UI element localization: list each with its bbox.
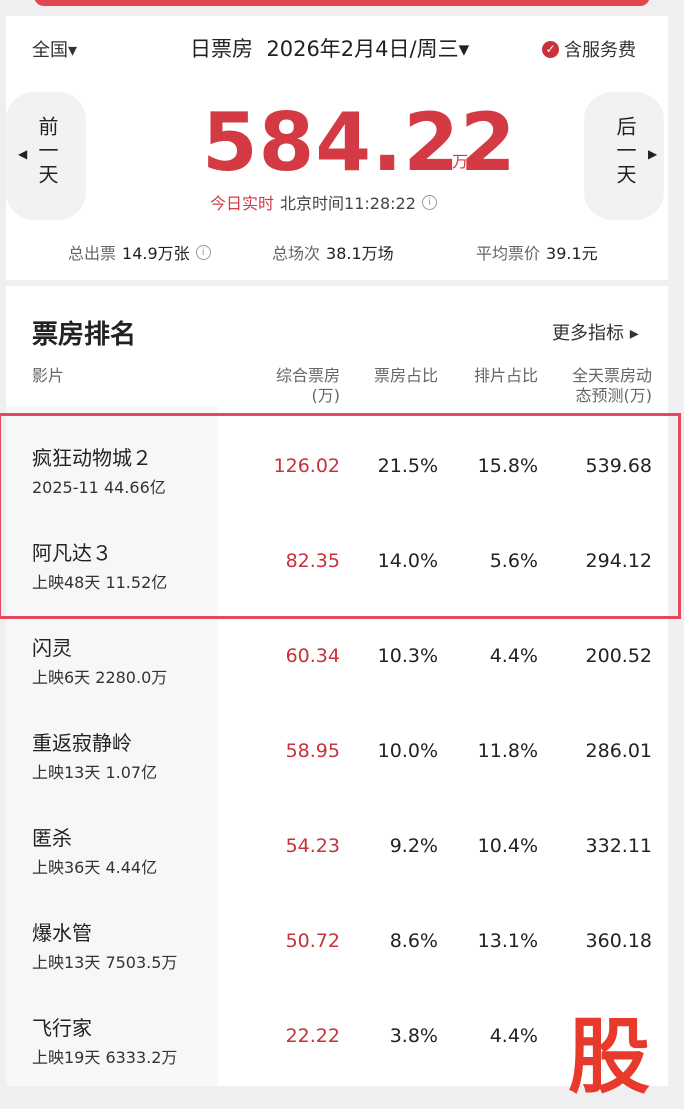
- schedule-share: 13.1%: [477, 930, 538, 952]
- average-price-stat: 平均票价 39.1元: [476, 240, 598, 264]
- table-row[interactable]: 爆水管 上映13天 7503.5万 50.72 8.6% 13.1% 360.1…: [6, 893, 668, 988]
- schedule-share: 10.4%: [477, 835, 538, 857]
- box-office-share: 10.3%: [377, 645, 438, 667]
- previous-day-button[interactable]: ◀ 前一天: [6, 92, 86, 220]
- schedule-share: 4.4%: [489, 645, 538, 667]
- page-title: 日票房: [190, 37, 253, 61]
- previous-day-label: 前一天: [35, 116, 59, 188]
- next-day-label: 后一天: [613, 116, 637, 188]
- chevron-right-icon: ▸: [629, 323, 639, 344]
- avg-price-label: 平均票价: [476, 244, 541, 263]
- chevron-down-icon: ▾: [68, 40, 78, 61]
- total-screenings-stat: 总场次 38.1万场: [272, 240, 394, 264]
- check-icon: ✓: [542, 40, 559, 58]
- box-office-value: 54.23: [285, 835, 340, 857]
- column-header-forecast[interactable]: 全天票房动 态预测(万): [542, 366, 652, 406]
- chevron-left-icon: ◀: [18, 147, 28, 161]
- chevron-right-icon: ▶: [648, 147, 658, 161]
- box-office-share: 9.2%: [389, 835, 438, 857]
- movie-name: 匿杀: [32, 826, 72, 850]
- avg-price-value: 39.1元: [546, 244, 598, 263]
- column-header-movie[interactable]: 影片: [32, 366, 64, 386]
- schedule-share: 11.8%: [477, 740, 538, 762]
- section-title: 票房排名: [32, 320, 137, 350]
- highlight-annotation: [0, 413, 681, 619]
- movie-name: 爆水管: [32, 921, 92, 945]
- column-header-schedule[interactable]: 排片占比: [448, 366, 538, 386]
- next-day-button[interactable]: 后一天 ▶: [584, 92, 664, 220]
- movie-release-info: 上映13天 1.07亿: [32, 763, 158, 782]
- service-fee-label: 含服务费: [564, 40, 636, 61]
- box-office-value: 50.72: [285, 930, 340, 952]
- box-office-value: 60.34: [285, 645, 340, 667]
- table-row[interactable]: 重返寂静岭 上映13天 1.07亿 58.95 10.0% 11.8% 286.…: [6, 703, 668, 798]
- top-banner[interactable]: [34, 0, 650, 6]
- info-icon[interactable]: i: [421, 194, 437, 210]
- table-row[interactable]: 闪灵 上映6天 2280.0万 60.34 10.3% 4.4% 200.52: [6, 608, 668, 703]
- movie-release-info: 上映36天 4.44亿: [32, 858, 158, 877]
- chevron-down-icon: ▾: [458, 37, 470, 61]
- total-box-office: 584.22: [202, 96, 517, 189]
- movie-name: 闪灵: [32, 636, 72, 660]
- table-row[interactable]: 匿杀 上映36天 4.44亿 54.23 9.2% 10.4% 332.11: [6, 798, 668, 893]
- box-office-ranking: 票房排名 更多指标 ▸ 影片 综合票房 (万) 票房占比 排片占比 全天票房动 …: [6, 286, 668, 1086]
- box-office-share: 10.0%: [377, 740, 438, 762]
- region-selector[interactable]: 全国▾: [32, 36, 77, 62]
- forecast-header-line2: 态预测(万): [575, 386, 653, 405]
- forecast-value: 360.18: [585, 930, 652, 952]
- forecast-header-line1: 全天票房动: [571, 366, 652, 385]
- schedule-share: 4.4%: [489, 1025, 538, 1047]
- forecast-value: 332.11: [585, 835, 652, 857]
- box-office-value: 22.22: [285, 1025, 340, 1047]
- box-office-header-line2: (万): [311, 386, 341, 405]
- column-header-share[interactable]: 票房占比: [348, 366, 438, 386]
- beijing-time: 北京时间11:28:22: [280, 194, 416, 213]
- column-header-box-office[interactable]: 综合票房 (万): [240, 366, 340, 406]
- box-office-value: 58.95: [285, 740, 340, 762]
- total-box-office-unit: 万: [452, 152, 469, 171]
- movie-release-info: 上映6天 2280.0万: [32, 668, 168, 687]
- tickets-value: 14.9万张: [122, 244, 190, 263]
- more-metrics-button[interactable]: 更多指标 ▸: [552, 319, 639, 345]
- screenings-value: 38.1万场: [326, 244, 394, 263]
- box-office-header-line1: 综合票房: [275, 366, 340, 385]
- movie-release-info: 上映19天 6333.2万: [32, 1048, 178, 1067]
- region-label: 全国: [32, 40, 68, 61]
- screenings-label: 总场次: [272, 244, 321, 263]
- service-fee-toggle[interactable]: ✓ 含服务费: [542, 36, 636, 62]
- movie-name: 重返寂静岭: [32, 731, 132, 755]
- watermark-logo: 股: [568, 1010, 651, 1105]
- date-selector[interactable]: 日票房 2026年2月4日/周三▾: [190, 33, 469, 63]
- forecast-value: 286.01: [585, 740, 652, 762]
- forecast-value: 200.52: [585, 645, 652, 667]
- total-tickets-stat: 总出票 14.9万张 i: [68, 240, 211, 264]
- realtime-status: 今日实时 北京时间11:28:22 i: [210, 190, 437, 214]
- tickets-label: 总出票: [68, 244, 117, 263]
- movie-name: 飞行家: [32, 1016, 92, 1040]
- box-office-share: 3.8%: [389, 1025, 438, 1047]
- box-office-share: 8.6%: [389, 930, 438, 952]
- summary-card: 全国▾ 日票房 2026年2月4日/周三▾ ✓ 含服务费 ◀ 前一天 584.2…: [6, 16, 668, 280]
- live-label: 今日实时: [210, 194, 275, 213]
- info-icon[interactable]: i: [195, 244, 211, 260]
- more-metrics-label: 更多指标: [552, 323, 624, 344]
- date-label: 2026年2月4日/周三: [266, 37, 459, 61]
- movie-release-info: 上映13天 7503.5万: [32, 953, 178, 972]
